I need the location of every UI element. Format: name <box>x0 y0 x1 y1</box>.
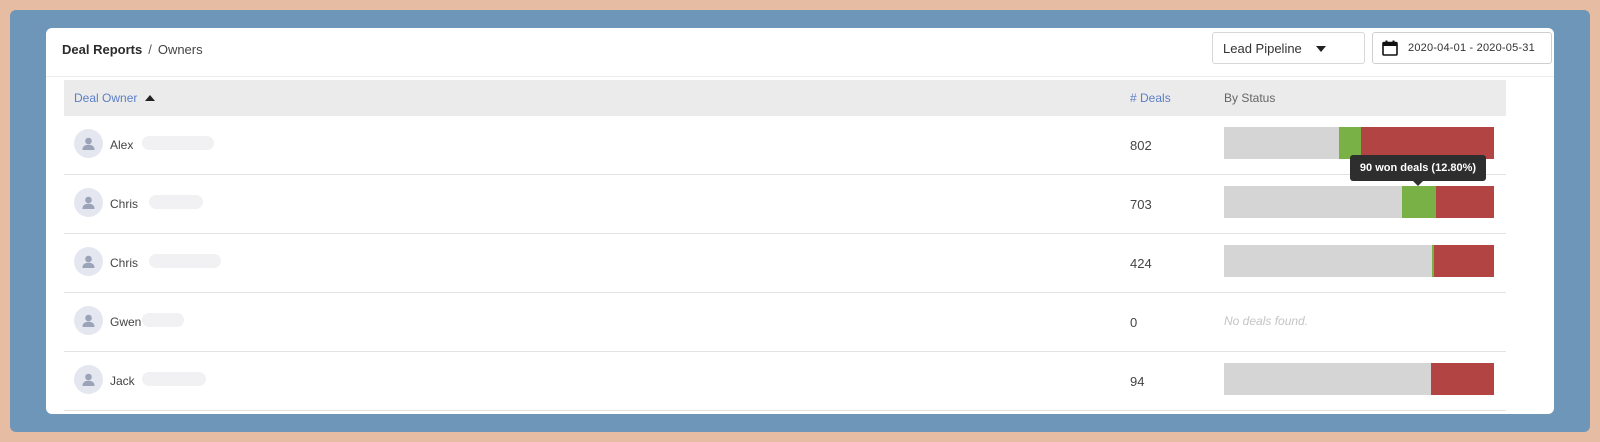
bar-tooltip: 90 won deals (12.80%) <box>1350 155 1486 181</box>
redacted-surname <box>149 254 221 268</box>
table-row: Jack 94 <box>64 352 1506 411</box>
date-range-picker[interactable]: 2020-04-01 - 2020-05-31 <box>1372 32 1552 64</box>
user-avatar-icon[interactable] <box>74 188 103 217</box>
status-lost-segment[interactable] <box>1436 186 1494 218</box>
status-open-segment[interactable] <box>1224 363 1432 395</box>
table-row: Alex 802 <box>64 116 1506 175</box>
deal-count: 0 <box>1130 315 1138 330</box>
table-row: Chris 424 <box>64 234 1506 293</box>
no-deals-message: No deals found. <box>1224 314 1309 328</box>
report-header: Deal Reports / Owners Lead Pipeline 2020… <box>46 28 1554 77</box>
breadcrumb: Deal Reports / Owners <box>62 42 203 57</box>
sort-ascending-icon <box>145 95 156 101</box>
deal-count: 94 <box>1130 374 1145 389</box>
redacted-surname <box>149 195 203 209</box>
status-open-segment[interactable] <box>1224 245 1432 277</box>
owner-name: Chris <box>110 197 139 211</box>
table-row: Gwen 0 No deals found. <box>64 293 1506 352</box>
redacted-surname <box>142 136 214 150</box>
user-avatar-icon[interactable] <box>74 365 103 394</box>
owners-table: Deal Owner # Deals By Status Alex 802 Chri… <box>64 80 1506 411</box>
user-avatar-icon[interactable] <box>74 247 103 276</box>
owner-name: Chris <box>110 256 139 270</box>
pipeline-select[interactable]: Lead Pipeline <box>1212 32 1365 64</box>
deal-count: 703 <box>1130 197 1152 212</box>
column-header-by-status: By Status <box>1224 91 1276 105</box>
table-row: Chris 703 <box>64 175 1506 234</box>
user-avatar-icon[interactable] <box>74 306 103 335</box>
pipeline-select-value: Lead Pipeline <box>1223 40 1302 56</box>
user-avatar-icon[interactable] <box>74 129 103 158</box>
column-header-deal-owner-label: Deal Owner <box>74 91 138 105</box>
status-open-segment[interactable] <box>1224 127 1339 159</box>
owner-name: Alex <box>110 138 134 152</box>
breadcrumb-owners: Owners <box>157 42 203 57</box>
calendar-icon <box>1382 40 1398 56</box>
status-bar[interactable] <box>1224 363 1494 395</box>
status-won-segment[interactable] <box>1401 186 1437 218</box>
redacted-surname <box>142 372 206 386</box>
deal-count: 802 <box>1130 138 1152 153</box>
redacted-surname <box>142 313 184 327</box>
status-bar[interactable] <box>1224 186 1494 218</box>
column-header-deals[interactable]: # Deals <box>1130 91 1171 105</box>
status-lost-segment[interactable] <box>1433 245 1494 277</box>
status-open-segment[interactable] <box>1224 186 1402 218</box>
date-range-value: 2020-04-01 - 2020-05-31 <box>1408 42 1535 54</box>
breadcrumb-separator: / <box>148 42 152 57</box>
deal-count: 424 <box>1130 256 1152 271</box>
breadcrumb-deal-reports[interactable]: Deal Reports <box>62 42 142 57</box>
status-lost-segment[interactable] <box>1431 363 1494 395</box>
owner-name: Jack <box>110 374 135 388</box>
column-header-deal-owner[interactable]: Deal Owner <box>74 91 156 105</box>
report-card: Deal Reports / Owners Lead Pipeline 2020… <box>46 28 1554 414</box>
chevron-down-icon <box>1316 46 1326 52</box>
owner-name: Gwen <box>110 315 142 329</box>
table-header: Deal Owner # Deals By Status <box>64 80 1506 116</box>
tooltip-arrow <box>1413 181 1423 186</box>
status-bar[interactable] <box>1224 245 1494 277</box>
